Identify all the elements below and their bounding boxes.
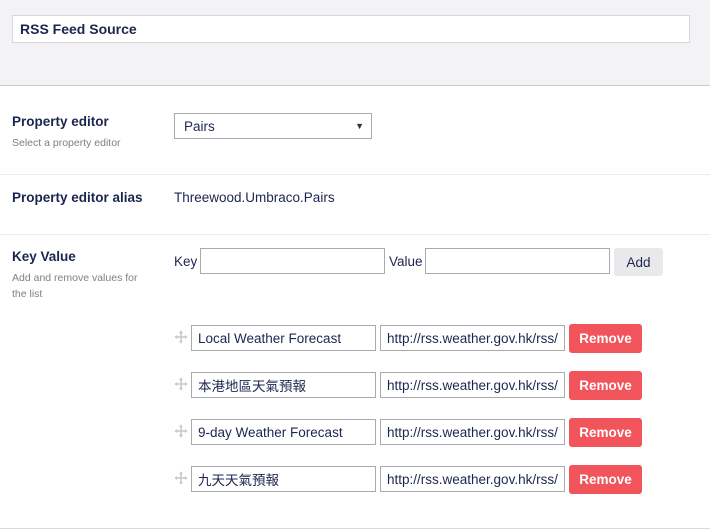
pair-value-input[interactable]: [380, 325, 565, 351]
pair-row: Remove: [174, 465, 644, 494]
drag-handle-icon[interactable]: [174, 424, 188, 438]
pair-row: Remove: [174, 371, 644, 400]
remove-button[interactable]: Remove: [569, 371, 642, 400]
pair-key-input[interactable]: [191, 372, 376, 398]
pair-key-input[interactable]: [191, 466, 376, 492]
pair-row: Remove: [174, 324, 644, 353]
key-value-label: Key Value: [12, 249, 76, 264]
value-label: Value: [389, 254, 423, 269]
divider: [0, 174, 710, 175]
property-editor-selected-value: Pairs: [184, 119, 215, 134]
key-value-description: Add and remove values for the list: [12, 272, 138, 300]
key-label: Key: [174, 254, 198, 269]
remove-button[interactable]: Remove: [569, 324, 642, 353]
property-editor-description: Select a property editor: [12, 137, 121, 149]
new-key-input[interactable]: [200, 248, 385, 274]
new-value-input[interactable]: [425, 248, 610, 274]
property-editor-label: Property editor: [12, 114, 109, 129]
dropdown-arrow-icon: ▼: [355, 121, 364, 131]
pair-value-input[interactable]: [380, 372, 565, 398]
name-input[interactable]: [12, 15, 690, 43]
remove-button[interactable]: Remove: [569, 465, 642, 494]
header-panel: [0, 0, 710, 86]
property-editor-select[interactable]: Pairs ▼: [174, 113, 372, 139]
divider: [0, 234, 710, 235]
drag-handle-icon[interactable]: [174, 330, 188, 344]
add-button[interactable]: Add: [614, 248, 663, 276]
alias-value: Threewood.Umbraco.Pairs: [174, 190, 335, 205]
pair-key-input[interactable]: [191, 419, 376, 445]
remove-button[interactable]: Remove: [569, 418, 642, 447]
pair-value-input[interactable]: [380, 419, 565, 445]
pair-key-input[interactable]: [191, 325, 376, 351]
alias-label: Property editor alias: [12, 190, 143, 205]
drag-handle-icon[interactable]: [174, 471, 188, 485]
pair-value-input[interactable]: [380, 466, 565, 492]
drag-handle-icon[interactable]: [174, 377, 188, 391]
divider: [0, 528, 710, 529]
pair-row: Remove: [174, 418, 644, 447]
